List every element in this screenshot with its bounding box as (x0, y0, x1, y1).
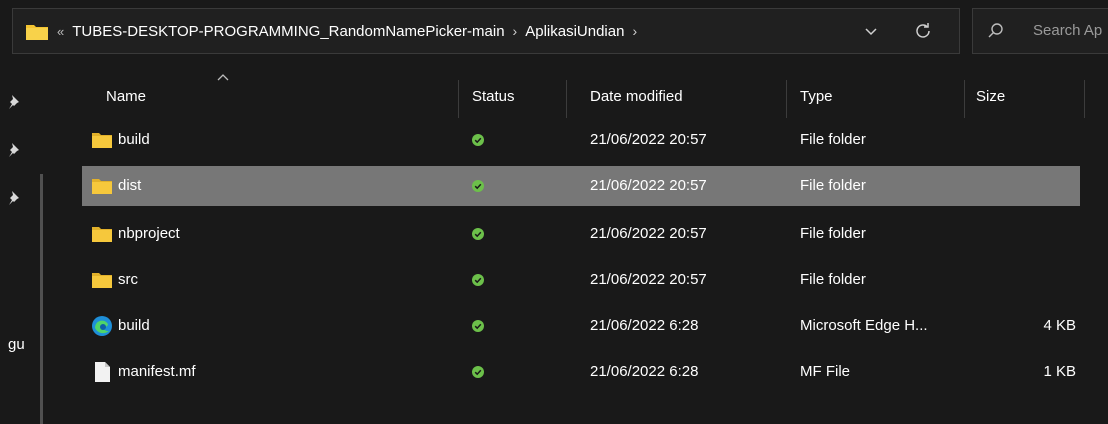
file-size (976, 260, 1076, 300)
file-date-modified: 21/06/2022 20:57 (590, 131, 707, 148)
pin-icon[interactable] (8, 94, 22, 110)
chevron-down-icon[interactable] (861, 21, 881, 41)
sort-ascending-icon (217, 74, 229, 81)
file-date-modified: 21/06/2022 20:57 (590, 271, 707, 288)
file-name: nbproject (118, 225, 180, 242)
sync-status-icon (472, 274, 484, 286)
breadcrumb: «TUBES-DESKTOP-PROGRAMMING_RandomNamePic… (57, 9, 645, 53)
refresh-icon[interactable] (911, 19, 935, 43)
sync-status-icon (472, 320, 484, 332)
column-header-status[interactable]: Status (472, 80, 515, 114)
column-divider[interactable] (458, 80, 459, 118)
pin-icon[interactable] (8, 142, 22, 158)
pin-icon[interactable] (8, 190, 22, 206)
file-date-modified: 21/06/2022 20:57 (590, 177, 707, 194)
file-size: 4 KB (1043, 317, 1076, 334)
file-size (976, 214, 1076, 254)
file-size (976, 120, 1076, 160)
chevron-right-icon[interactable]: › (632, 9, 637, 53)
file-date-modified: 21/06/2022 6:28 (590, 317, 699, 334)
folder-icon (91, 271, 113, 289)
column-header-name[interactable]: Name (106, 80, 146, 114)
file-row[interactable]: dist 21/06/2022 20:57 File folder (82, 166, 1080, 206)
nav-item-label[interactable]: gu (8, 336, 25, 353)
breadcrumb-overflow[interactable]: « (57, 10, 64, 54)
file-type: Microsoft Edge H... (800, 317, 928, 334)
file-row[interactable]: nbproject 21/06/2022 20:57 File folder (82, 214, 1080, 254)
column-divider[interactable] (964, 80, 965, 118)
search-box[interactable]: Search Ap (972, 8, 1108, 54)
file-type: File folder (800, 177, 866, 194)
column-header-size[interactable]: Size (976, 80, 1005, 114)
file-date-modified: 21/06/2022 20:57 (590, 225, 707, 242)
file-name: src (118, 271, 138, 288)
file-name: dist (118, 177, 142, 194)
sync-status-icon (472, 228, 484, 240)
file-type: File folder (800, 225, 866, 242)
breadcrumb-item-root[interactable]: TUBES-DESKTOP-PROGRAMMING_RandomNamePick… (72, 10, 504, 54)
column-divider[interactable] (786, 80, 787, 118)
edge-icon (91, 315, 113, 337)
chevron-right-icon[interactable]: › (513, 9, 518, 53)
breadcrumb-item-current[interactable]: AplikasiUndian (525, 10, 624, 54)
column-header-date[interactable]: Date modified (590, 80, 683, 114)
column-divider[interactable] (566, 80, 567, 118)
folder-icon (91, 177, 113, 195)
column-divider[interactable] (1084, 80, 1085, 118)
search-icon (988, 23, 1003, 38)
sync-status-icon (472, 366, 484, 378)
nav-scrollbar[interactable] (40, 174, 43, 424)
file-type: MF File (800, 363, 850, 380)
column-header-type[interactable]: Type (800, 80, 833, 114)
file-size (976, 166, 1076, 206)
file-row[interactable]: manifest.mf 21/06/2022 6:28 MF File 1 KB (82, 352, 1080, 392)
file-type: File folder (800, 271, 866, 288)
file-size: 1 KB (1043, 363, 1076, 380)
sync-status-icon (472, 180, 484, 192)
file-name: manifest.mf (118, 363, 196, 380)
sync-status-icon (472, 134, 484, 146)
file-row[interactable]: build 21/06/2022 20:57 File folder (82, 120, 1080, 160)
folder-icon (91, 131, 113, 149)
file-name: build (118, 131, 150, 148)
navigation-pane: gu (0, 62, 72, 424)
file-icon (91, 361, 113, 383)
file-row[interactable]: build 21/06/2022 6:28 Microsoft Edge H... 4… (82, 306, 1080, 346)
file-type: File folder (800, 131, 866, 148)
file-date-modified: 21/06/2022 6:28 (590, 363, 699, 380)
file-row[interactable]: src 21/06/2022 20:57 File folder (82, 260, 1080, 300)
folder-icon (91, 225, 113, 243)
search-input[interactable]: Search Ap (1033, 9, 1102, 53)
address-bar[interactable]: «TUBES-DESKTOP-PROGRAMMING_RandomNamePic… (12, 8, 960, 54)
file-name: build (118, 317, 150, 334)
folder-icon (26, 25, 48, 40)
